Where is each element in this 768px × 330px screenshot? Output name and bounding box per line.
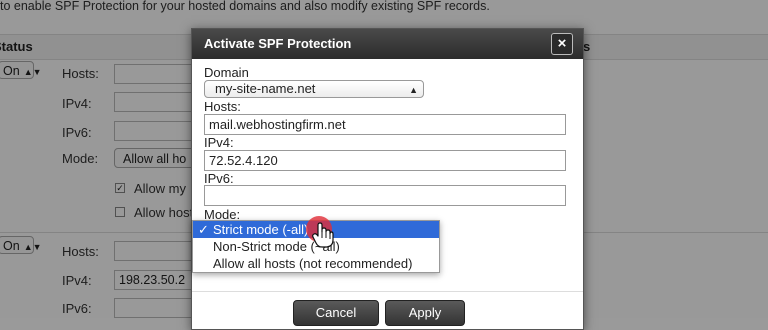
domain-select[interactable]: my-site-name.net ▲ bbox=[204, 80, 424, 98]
activate-spf-dialog: Activate SPF Protection × Domain my-site… bbox=[191, 28, 584, 330]
hand-cursor-icon bbox=[312, 222, 334, 248]
ipv6-input[interactable] bbox=[204, 185, 566, 206]
close-icon: × bbox=[557, 35, 567, 52]
dialog-title: Activate SPF Protection bbox=[204, 36, 352, 51]
mode-option-allow-all[interactable]: Allow all hosts (not recommended) bbox=[193, 255, 439, 272]
close-button[interactable]: × bbox=[551, 33, 573, 55]
apply-button[interactable]: Apply bbox=[385, 300, 465, 326]
select-arrows-icon: ▲ bbox=[409, 85, 418, 95]
hosts-input[interactable]: mail.webhostingfirm.net bbox=[204, 114, 566, 135]
dialog-footer-divider bbox=[192, 291, 583, 292]
cancel-button[interactable]: Cancel bbox=[293, 300, 379, 326]
dialog-header: Activate SPF Protection × bbox=[192, 29, 583, 59]
checkmark-icon: ✓ bbox=[198, 222, 209, 237]
hosts-label: Hosts: bbox=[204, 99, 241, 114]
ipv4-label: IPv4: bbox=[204, 135, 234, 150]
domain-label: Domain bbox=[204, 65, 249, 80]
ipv6-label: IPv6: bbox=[204, 171, 234, 186]
ipv4-input[interactable]: 72.52.4.120 bbox=[204, 150, 566, 171]
